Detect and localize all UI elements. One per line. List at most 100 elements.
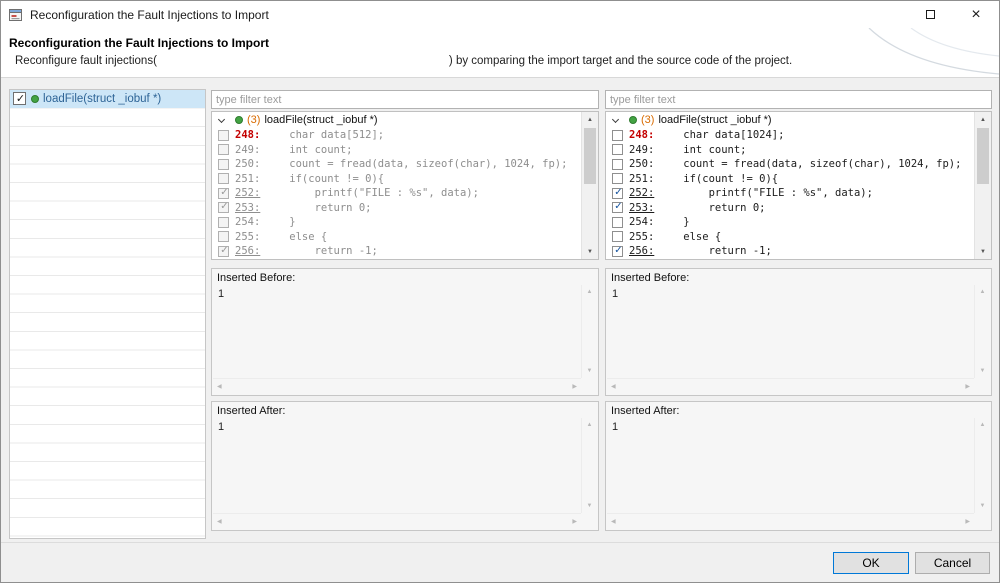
line-checkbox[interactable] [218, 129, 229, 141]
scroll-right-icon[interactable]: ▶ [961, 514, 974, 529]
scroll-down-icon[interactable]: ▼ [583, 499, 597, 513]
line-number: 248: [629, 129, 655, 142]
chevron-down-icon[interactable] [217, 115, 226, 123]
inserted-after-textarea[interactable]: 1 [607, 419, 974, 513]
scroll-left-icon[interactable]: ◀ [607, 379, 620, 394]
code-line-row[interactable]: 250: count = fread(data, sizeof(char), 1… [606, 157, 974, 172]
scroll-down-icon[interactable]: ▼ [976, 364, 990, 378]
line-checkbox[interactable] [612, 144, 623, 156]
code-line-row[interactable]: 251: if(count != 0){ [212, 172, 581, 187]
line-checkbox[interactable] [218, 144, 229, 156]
line-number: 253: [629, 201, 655, 214]
line-checkbox[interactable] [218, 187, 230, 199]
vertical-scrollbar[interactable]: ▲ ▼ [974, 418, 990, 513]
line-checkbox[interactable] [612, 173, 623, 185]
line-checkbox[interactable] [218, 173, 229, 185]
horizontal-scrollbar[interactable]: ◀ ▶ [213, 513, 581, 529]
tree-node[interactable]: (3) loadFile(struct _iobuf *) [606, 112, 974, 128]
code-line-row[interactable]: 248: char data[1024]; [606, 128, 974, 143]
scroll-down-icon[interactable]: ▼ [975, 244, 992, 259]
app-icon [9, 8, 22, 21]
scroll-up-icon[interactable]: ▲ [583, 285, 597, 299]
code-line-row[interactable]: 252: printf("FILE : %s", data); [606, 186, 974, 201]
code-line-list: 248: char data[512]; 249: int count; 250… [212, 128, 581, 259]
code-line-row[interactable]: 256: return -1; [606, 244, 974, 259]
project-source-panel: (3) loadFile(struct _iobuf *) 248: char … [605, 89, 992, 532]
scroll-up-icon[interactable]: ▲ [976, 418, 990, 432]
chevron-down-icon[interactable] [611, 115, 620, 123]
scrollbar-thumb[interactable] [584, 128, 596, 184]
code-line-row[interactable]: 253: return 0; [606, 201, 974, 216]
function-list[interactable]: loadFile(struct _iobuf *) [9, 89, 206, 539]
scroll-up-icon[interactable]: ▲ [583, 418, 597, 432]
line-number: 249: [629, 143, 655, 156]
code-line-row[interactable]: 255: else { [606, 230, 974, 245]
line-code: else { [658, 230, 722, 243]
scroll-right-icon[interactable]: ▶ [568, 514, 581, 529]
scroll-left-icon[interactable]: ◀ [213, 379, 226, 394]
function-checkbox[interactable] [13, 92, 27, 106]
line-checkbox[interactable] [612, 129, 623, 141]
line-checkbox[interactable] [218, 231, 229, 243]
ok-button[interactable]: OK [833, 552, 909, 574]
line-checkbox[interactable] [218, 158, 229, 170]
line-code: char data[512]; [264, 129, 385, 142]
line-number: 250: [235, 158, 261, 171]
inserted-after-textarea[interactable]: 1 [213, 419, 581, 513]
line-checkbox[interactable] [612, 158, 623, 170]
filter-input[interactable] [211, 90, 599, 109]
code-line-row[interactable]: 256: return -1; [212, 244, 581, 259]
line-checkbox[interactable] [612, 201, 624, 214]
inserted-before-textarea[interactable]: 1 [213, 286, 581, 378]
vertical-scrollbar[interactable]: ▲ ▼ [974, 112, 991, 259]
line-checkbox[interactable] [218, 216, 229, 228]
scroll-down-icon[interactable]: ▼ [582, 244, 599, 259]
line-checkbox[interactable] [612, 231, 623, 243]
scroll-up-icon[interactable]: ▲ [975, 112, 992, 127]
textarea-value: 1 [612, 288, 619, 300]
code-line-row[interactable]: 254: } [606, 215, 974, 230]
scroll-up-icon[interactable]: ▲ [976, 285, 990, 299]
code-line-row[interactable]: 254: } [212, 215, 581, 230]
vertical-scrollbar[interactable]: ▲ ▼ [974, 285, 990, 378]
code-line-row[interactable]: 248: char data[512]; [212, 128, 581, 143]
scroll-right-icon[interactable]: ▶ [961, 379, 974, 394]
scroll-down-icon[interactable]: ▼ [976, 499, 990, 513]
vertical-scrollbar[interactable]: ▲ ▼ [581, 285, 597, 378]
maximize-button[interactable] [907, 1, 953, 28]
scroll-left-icon[interactable]: ◀ [213, 514, 226, 529]
horizontal-scrollbar[interactable]: ◀ ▶ [607, 378, 974, 394]
scroll-right-icon[interactable]: ▶ [568, 379, 581, 394]
scroll-up-icon[interactable]: ▲ [582, 112, 599, 127]
line-number: 251: [629, 172, 655, 185]
line-checkbox[interactable] [218, 201, 230, 214]
code-line-row[interactable]: 249: int count; [606, 143, 974, 158]
horizontal-scrollbar[interactable]: ◀ ▶ [607, 513, 974, 529]
horizontal-scrollbar[interactable]: ◀ ▶ [213, 378, 581, 394]
tree-node-label: loadFile(struct _iobuf *) [658, 114, 772, 126]
line-checkbox[interactable] [612, 187, 624, 199]
code-line-row[interactable]: 251: if(count != 0){ [606, 172, 974, 187]
scroll-down-icon[interactable]: ▼ [583, 364, 597, 378]
code-line-row[interactable]: 252: printf("FILE : %s", data); [212, 186, 581, 201]
vertical-scrollbar[interactable]: ▲ ▼ [581, 112, 598, 259]
line-checkbox[interactable] [612, 216, 623, 228]
code-line-row[interactable]: 250: count = fread(data, sizeof(char), 1… [212, 157, 581, 172]
tree-node[interactable]: (3) loadFile(struct _iobuf *) [212, 112, 581, 128]
filter-input[interactable] [605, 90, 992, 109]
code-line-row[interactable]: 253: return 0; [212, 201, 581, 216]
cancel-button[interactable]: Cancel [915, 552, 990, 574]
code-line-row[interactable]: 255: else { [212, 230, 581, 245]
line-code: count = fread(data, sizeof(char), 1024, … [658, 158, 962, 171]
function-list-item[interactable]: loadFile(struct _iobuf *) [10, 90, 205, 108]
inserted-before-textarea[interactable]: 1 [607, 286, 974, 378]
line-checkbox[interactable] [218, 245, 230, 257]
code-line-row[interactable]: 249: int count; [212, 143, 581, 158]
dialog-window: Reconfiguration the Fault Injections to … [0, 0, 1000, 583]
scrollbar-thumb[interactable] [977, 128, 989, 184]
scroll-left-icon[interactable]: ◀ [607, 514, 620, 529]
close-button[interactable]: × [953, 1, 999, 28]
line-checkbox[interactable] [612, 245, 624, 257]
vertical-scrollbar[interactable]: ▲ ▼ [581, 418, 597, 513]
inserted-before-label: Inserted Before: [611, 272, 690, 284]
